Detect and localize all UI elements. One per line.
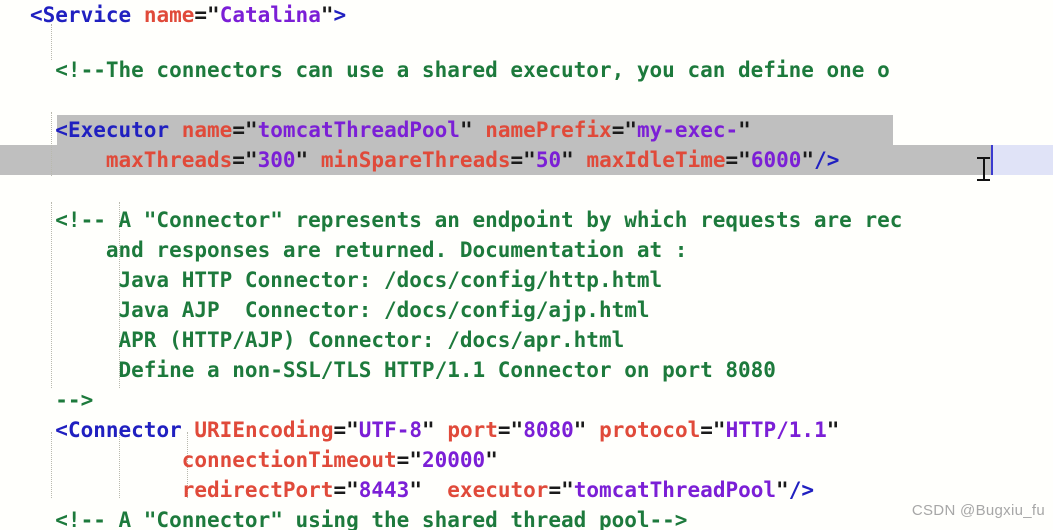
code-editor-viewport[interactable]: <Service name="Catalina"> <!--The connec… <box>0 0 1053 530</box>
watermark-layer: CSDN @Bugxiu_fu <box>0 0 1053 530</box>
csdn-watermark: CSDN @Bugxiu_fu <box>911 502 1045 519</box>
